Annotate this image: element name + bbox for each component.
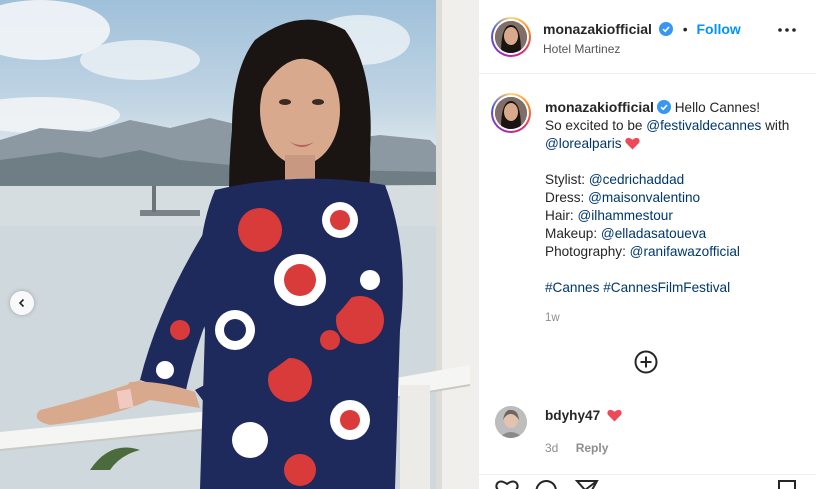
caption-line-1: Hello Cannes! bbox=[674, 100, 761, 115]
reply-button[interactable]: Reply bbox=[576, 441, 609, 455]
hashtag-link[interactable]: #CannesFilmFestival bbox=[603, 280, 730, 295]
comment-time[interactable]: 3d bbox=[545, 441, 558, 455]
caption-text: monazakiofficial Hello Cannes! So excite… bbox=[545, 98, 807, 297]
avatar-image bbox=[495, 97, 527, 129]
more-options-icon[interactable] bbox=[778, 28, 796, 32]
hashtag-link[interactable]: #Cannes bbox=[545, 280, 599, 295]
comment-username[interactable]: bdyhy47 bbox=[545, 408, 600, 423]
red-heart-icon bbox=[607, 409, 622, 422]
post-time-ago[interactable]: 1w bbox=[545, 312, 560, 324]
verified-badge-icon bbox=[656, 100, 671, 114]
red-heart-icon bbox=[625, 137, 640, 150]
avatar[interactable] bbox=[491, 17, 531, 57]
mention-link[interactable]: @cedrichaddad bbox=[589, 172, 684, 187]
avatar-image bbox=[495, 21, 527, 53]
carousel-prev-button[interactable] bbox=[10, 291, 34, 315]
bookmark-icon[interactable] bbox=[777, 479, 797, 489]
post-photo[interactable] bbox=[0, 0, 478, 489]
comment-meta: 3d Reply bbox=[545, 441, 608, 455]
separator-dot: • bbox=[682, 21, 688, 37]
caption-line-2-end: with bbox=[761, 118, 790, 133]
action-bar bbox=[479, 474, 816, 489]
like-heart-icon[interactable] bbox=[495, 479, 519, 489]
share-icon[interactable] bbox=[575, 479, 599, 489]
header-title-row: monazakiofficial • Follow bbox=[543, 21, 741, 37]
chevron-left-icon bbox=[18, 298, 25, 308]
follow-button[interactable]: Follow bbox=[697, 21, 741, 37]
caption-username[interactable]: monazakiofficial bbox=[545, 99, 654, 115]
credit-label: Hair: bbox=[545, 208, 578, 223]
mention-link[interactable]: @lorealparis bbox=[545, 136, 622, 151]
mention-link[interactable]: @maisonvalentino bbox=[588, 190, 700, 205]
post-side-panel: monazakiofficial • Follow Hotel Martinez bbox=[478, 0, 816, 489]
header-username[interactable]: monazakiofficial bbox=[543, 21, 652, 37]
mention-link[interactable]: @festivaldecannes bbox=[646, 118, 761, 133]
mention-link[interactable]: @ranifawazofficial bbox=[630, 244, 740, 259]
credit-label: Stylist: bbox=[545, 172, 589, 187]
verified-badge-icon bbox=[658, 22, 673, 36]
caption-avatar[interactable] bbox=[491, 93, 531, 133]
post-location[interactable]: Hotel Martinez bbox=[543, 42, 620, 56]
mention-link[interactable]: @ilhammestour bbox=[577, 208, 672, 223]
avatar-image bbox=[495, 406, 527, 438]
photo-scene bbox=[0, 0, 478, 489]
comment-avatar[interactable] bbox=[495, 406, 527, 438]
credit-label: Dress: bbox=[545, 190, 589, 205]
comment-user-row: bdyhy47 bbox=[545, 408, 622, 423]
comment-icon[interactable] bbox=[535, 479, 559, 489]
credit-label: Photography: bbox=[545, 244, 630, 259]
post-header: monazakiofficial • Follow Hotel Martinez bbox=[479, 0, 816, 74]
credit-label: Makeup: bbox=[545, 226, 601, 241]
caption-line-2-text: So excited to be bbox=[545, 118, 647, 133]
plus-circle-icon[interactable] bbox=[634, 350, 658, 374]
mention-link[interactable]: @elladasatoueva bbox=[601, 226, 706, 241]
